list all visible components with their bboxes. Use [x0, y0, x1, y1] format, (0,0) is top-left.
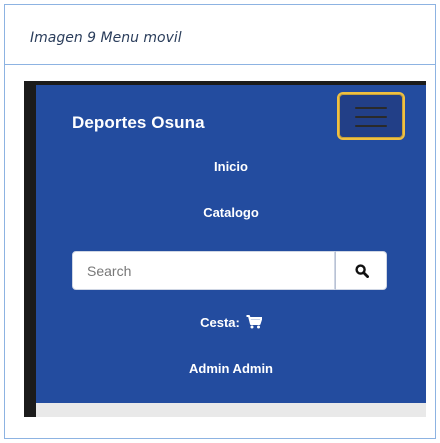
cart-link[interactable]: Cesta: — [36, 315, 426, 330]
search-input[interactable] — [72, 251, 335, 290]
search-icon — [355, 264, 369, 278]
hamburger-icon — [355, 106, 387, 127]
search-form — [72, 251, 387, 290]
mobile-navbar: Deportes Osuna Inicio Catalogo Cesta: Ad… — [36, 85, 426, 403]
search-button[interactable] — [335, 251, 387, 290]
navbar-toggler-button[interactable] — [337, 92, 405, 140]
figure-caption: Imagen 9 Menu movil — [30, 30, 182, 46]
nav-link-inicio[interactable]: Inicio — [36, 159, 426, 174]
nav-link-catalogo[interactable]: Catalogo — [36, 205, 426, 220]
cart-label: Cesta: — [200, 315, 240, 330]
brand-link[interactable]: Deportes Osuna — [72, 113, 205, 133]
caption-divider — [5, 64, 435, 65]
user-menu-link[interactable]: Admin Admin — [36, 361, 426, 376]
page-content-strip — [36, 403, 426, 417]
cart-icon — [246, 315, 263, 329]
